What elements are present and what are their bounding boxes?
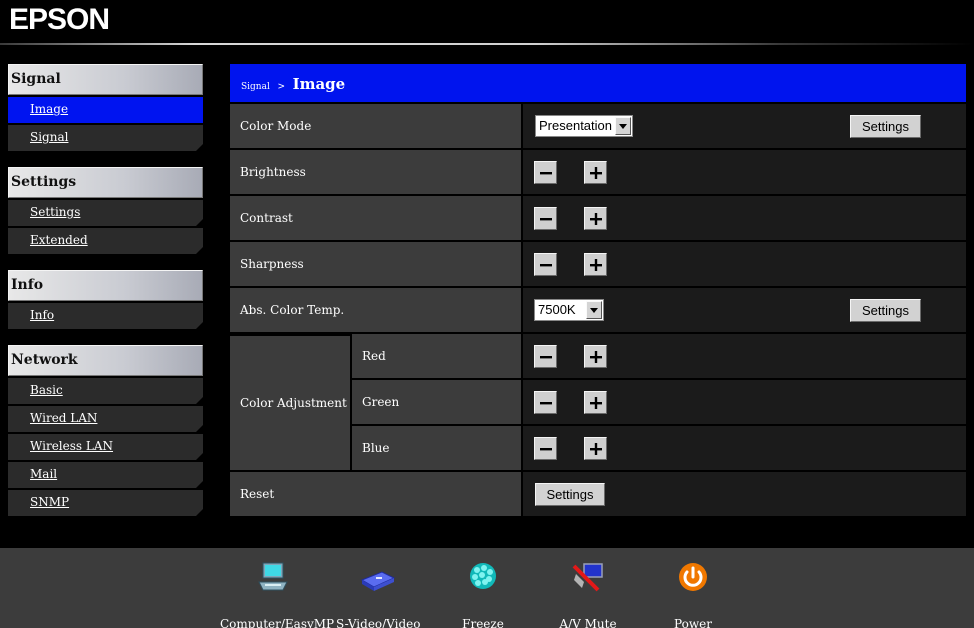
color-mode-value: Presentation — [539, 118, 612, 133]
sidebar-item-label[interactable]: Signal — [30, 130, 68, 144]
page-title-bar: Signal > Image — [230, 64, 966, 102]
power-label[interactable]: Power — [670, 617, 716, 628]
sidebar-item-label[interactable]: Wireless LAN — [30, 439, 113, 453]
contrast-control — [523, 196, 966, 240]
blue-label: Blue — [352, 426, 521, 470]
red-decrease-button[interactable] — [534, 345, 557, 368]
reset-settings-button[interactable]: Settings — [535, 483, 605, 506]
freeze-label[interactable]: Freeze — [458, 617, 508, 628]
sidebar-item-wireless-lan[interactable]: Wireless LAN — [8, 434, 203, 460]
red-label: Red — [352, 334, 521, 378]
minus-icon — [540, 356, 552, 359]
plus-icon — [590, 443, 602, 455]
sidebar-item-mail[interactable]: Mail — [8, 462, 203, 488]
sidebar-item-label[interactable]: Mail — [30, 467, 57, 481]
color-mode-settings-button[interactable]: Settings — [850, 115, 921, 138]
brightness-label: Brightness — [230, 150, 521, 194]
color-mode-control: Presentation Settings — [523, 104, 966, 148]
red-control — [523, 334, 966, 378]
brightness-control — [523, 150, 966, 194]
breadcrumb: Signal — [241, 82, 270, 92]
header: EPSON — [0, 0, 974, 46]
plus-icon — [590, 259, 602, 271]
sharpness-increase-button[interactable] — [584, 253, 607, 276]
minus-icon — [540, 172, 552, 175]
sharpness-decrease-button[interactable] — [534, 253, 557, 276]
reset-control: Settings — [523, 472, 966, 516]
minus-icon — [540, 402, 552, 405]
sidebar-item-extended[interactable]: Extended — [8, 228, 203, 254]
reset-label: Reset — [230, 472, 521, 516]
computer-easymp-label[interactable]: Computer/EasyMP — [220, 617, 334, 628]
av-mute-label[interactable]: A/V Mute — [556, 617, 620, 628]
computer-easymp-button[interactable]: Computer/EasyMP — [220, 560, 334, 628]
color-adjustment-label: Color Adjustment — [230, 336, 350, 470]
epson-logo: EPSON — [9, 3, 110, 36]
sidebar-item-settings[interactable]: Settings — [8, 200, 203, 226]
plus-icon — [590, 397, 602, 409]
video-device-icon — [360, 571, 396, 591]
plus-icon — [590, 167, 602, 179]
s-video-video-button[interactable]: S-Video/Video — [336, 560, 421, 628]
sidebar-item-signal[interactable]: Signal — [8, 125, 203, 151]
green-increase-button[interactable] — [584, 391, 607, 414]
av-mute-button[interactable]: A/V Mute — [556, 560, 620, 628]
green-decrease-button[interactable] — [534, 391, 557, 414]
minus-icon — [540, 218, 552, 221]
computer-icon — [258, 562, 288, 591]
green-label: Green — [352, 380, 521, 424]
color-mode-select[interactable]: Presentation — [535, 115, 633, 137]
abs-color-temp-settings-button[interactable]: Settings — [850, 299, 921, 322]
sidebar-item-label[interactable]: Basic — [30, 383, 63, 397]
sidebar-item-basic[interactable]: Basic — [8, 378, 203, 404]
av-mute-icon — [572, 563, 603, 592]
minus-icon — [540, 264, 552, 267]
sidebar-section-network: Network — [8, 345, 203, 376]
color-mode-label: Color Mode — [230, 104, 521, 148]
abs-color-temp-label: Abs. Color Temp. — [230, 288, 521, 332]
chevron-down-icon[interactable] — [615, 117, 631, 135]
brightness-decrease-button[interactable] — [534, 161, 557, 184]
chevron-down-icon[interactable] — [586, 301, 602, 319]
sidebar-item-label[interactable]: Image — [30, 102, 68, 116]
footer-toolbar: Computer/EasyMP S-Video/Video Freeze A/V — [0, 548, 974, 628]
sidebar-section-settings: Settings — [8, 167, 203, 198]
red-increase-button[interactable] — [584, 345, 607, 368]
blue-increase-button[interactable] — [584, 437, 607, 460]
sidebar-section-info: Info — [8, 270, 203, 301]
sidebar-item-info[interactable]: Info — [8, 303, 203, 329]
power-icon — [679, 563, 707, 591]
page-title: Image — [292, 75, 346, 93]
breadcrumb-separator: > — [277, 82, 285, 92]
plus-icon — [590, 213, 602, 225]
sidebar-item-snmp[interactable]: SNMP — [8, 490, 203, 516]
freeze-button[interactable]: Freeze — [458, 560, 508, 628]
sidebar-section-signal: Signal — [8, 64, 203, 95]
sharpness-control — [523, 242, 966, 286]
plus-icon — [590, 351, 602, 363]
blue-decrease-button[interactable] — [534, 437, 557, 460]
sidebar-item-label[interactable]: Info — [30, 308, 54, 322]
freeze-icon — [470, 563, 496, 589]
contrast-decrease-button[interactable] — [534, 207, 557, 230]
sidebar-item-label[interactable]: SNMP — [30, 495, 69, 509]
header-divider — [0, 43, 974, 45]
brightness-increase-button[interactable] — [584, 161, 607, 184]
minus-icon — [540, 448, 552, 451]
green-control — [523, 380, 966, 424]
sharpness-label: Sharpness — [230, 242, 521, 286]
abs-color-temp-select[interactable]: 7500K — [534, 299, 604, 321]
contrast-increase-button[interactable] — [584, 207, 607, 230]
blue-control — [523, 426, 966, 470]
power-button[interactable]: Power — [670, 560, 716, 628]
sidebar-item-image[interactable]: Image — [8, 97, 203, 123]
sidebar-item-wired-lan[interactable]: Wired LAN — [8, 406, 203, 432]
sidebar-item-label[interactable]: Extended — [30, 233, 88, 247]
sidebar-item-label[interactable]: Wired LAN — [30, 411, 97, 425]
abs-color-temp-control: 7500K Settings — [523, 288, 966, 332]
abs-color-temp-value: 7500K — [538, 302, 576, 317]
s-video-video-label[interactable]: S-Video/Video — [336, 617, 421, 628]
sidebar-item-label[interactable]: Settings — [30, 205, 80, 219]
contrast-label: Contrast — [230, 196, 521, 240]
